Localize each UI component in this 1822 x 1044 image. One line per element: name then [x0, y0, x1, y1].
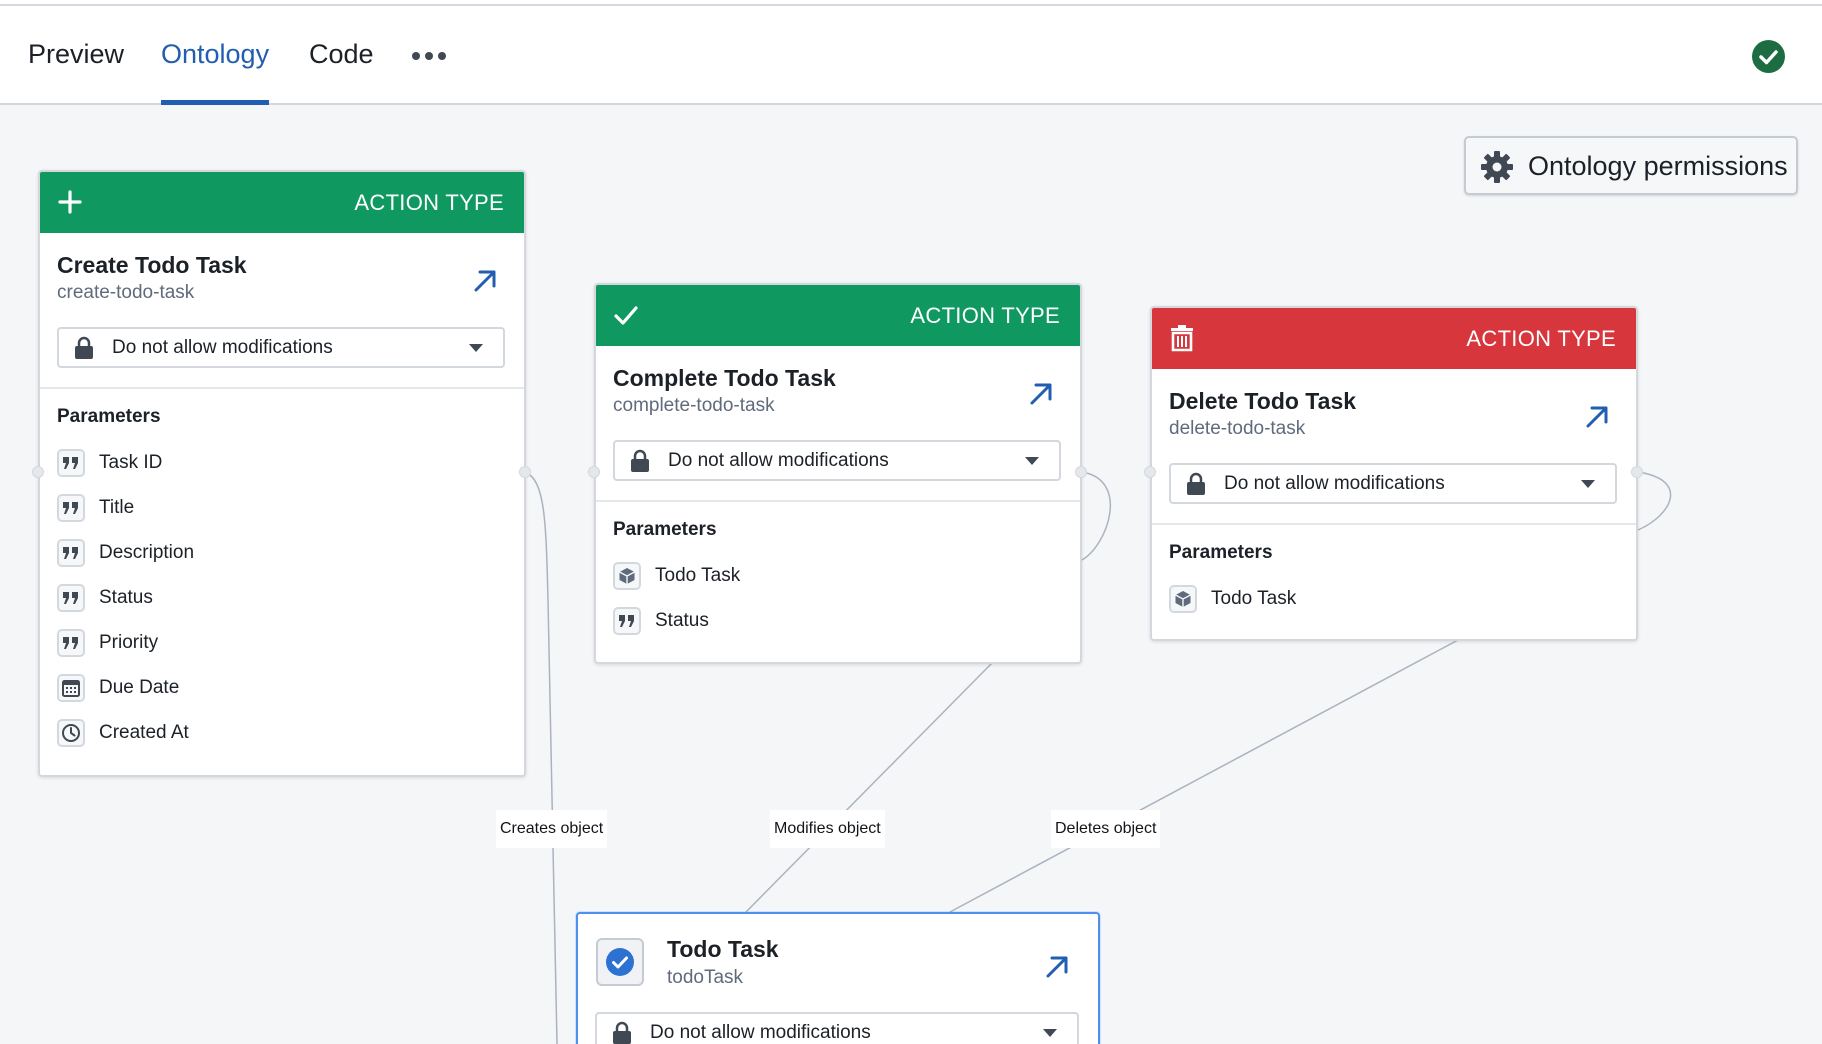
parameter-item: Status	[57, 583, 153, 613]
parameter-label: Created At	[99, 722, 189, 743]
parameter-item: Created At	[57, 718, 189, 748]
parameter-label: Due Date	[99, 677, 180, 698]
lock-icon	[631, 449, 649, 472]
quote-icon	[57, 629, 85, 657]
modification-select[interactable]: Do not allow modifications	[57, 327, 505, 368]
chevron-down-icon	[1581, 480, 1595, 488]
parameter-item: Todo Task	[613, 561, 740, 591]
check-icon	[614, 306, 638, 325]
parameter-label: Status	[655, 610, 709, 631]
parameters-heading: Parameters	[57, 406, 161, 427]
edge-creates-object	[524, 471, 558, 1044]
lock-icon	[75, 336, 93, 359]
quote-icon	[57, 539, 85, 567]
clock-icon	[57, 719, 85, 747]
action-type-label: ACTION TYPE	[910, 303, 1060, 328]
action-type-label: ACTION TYPE	[354, 190, 504, 215]
edge-label-deletes: Deletes object	[1051, 810, 1161, 848]
action-api-name: complete-todo-task	[613, 395, 775, 416]
check-circle-icon	[596, 938, 644, 986]
parameter-label: Title	[99, 497, 135, 518]
action-title: Complete Todo Task	[613, 365, 836, 391]
edge-deletes-object	[949, 639, 1459, 913]
parameters-heading: Parameters	[613, 519, 717, 540]
action-type-header: ACTION TYPE	[1152, 308, 1636, 369]
parameter-item: Priority	[57, 628, 158, 658]
action-type-label: ACTION TYPE	[1466, 326, 1616, 351]
action-type-header: ACTION TYPE	[596, 285, 1080, 346]
open-external-icon[interactable]	[468, 264, 502, 298]
modification-select[interactable]: Do not allow modifications	[613, 440, 1061, 481]
edge-modifies-object	[745, 662, 993, 913]
parameter-item: Status	[613, 606, 709, 636]
parameter-label: Task ID	[99, 452, 163, 473]
card-divider	[1152, 523, 1636, 525]
action-api-name: create-todo-task	[57, 282, 195, 303]
quote-icon	[57, 449, 85, 477]
object-title: Todo Task	[667, 936, 779, 962]
object-api-name: todoTask	[667, 967, 744, 988]
action-title: Create Todo Task	[57, 252, 247, 278]
modification-value: Do not allow modifications	[668, 450, 889, 471]
parameter-item: Title	[57, 493, 134, 523]
modification-value: Do not allow modifications	[1224, 473, 1445, 494]
chevron-down-icon	[1043, 1029, 1057, 1037]
object-type-card[interactable]: Todo Task todoTask Do not allow modifica…	[576, 912, 1100, 1044]
lock-icon	[613, 1021, 631, 1044]
action-type-card-delete[interactable]: ACTION TYPE Delete Todo Task delete-todo…	[1150, 306, 1638, 641]
edge-delete-loop	[1637, 471, 1672, 531]
parameter-label: Description	[99, 542, 195, 563]
open-external-icon[interactable]	[1024, 377, 1058, 411]
parameter-item: Task ID	[57, 448, 162, 478]
chevron-down-icon	[1025, 457, 1039, 465]
parameter-item: Due Date	[57, 673, 179, 703]
card-divider	[40, 387, 524, 389]
modification-value: Do not allow modifications	[112, 337, 333, 358]
cube-icon	[613, 562, 641, 590]
cube-icon	[1169, 585, 1197, 613]
modification-select[interactable]: Do not allow modifications	[1169, 463, 1617, 504]
connection-port[interactable]	[1631, 466, 1643, 478]
edge-complete-loop	[1081, 471, 1111, 561]
chevron-down-icon	[469, 344, 483, 352]
modification-value: Do not allow modifications	[650, 1022, 871, 1043]
connection-port[interactable]	[32, 466, 44, 478]
edge-label-creates: Creates object	[496, 810, 608, 848]
trash-icon	[1171, 325, 1193, 352]
calendar-icon	[57, 674, 85, 702]
parameter-label: Priority	[99, 632, 159, 653]
modification-select[interactable]: Do not allow modifications	[595, 1012, 1079, 1044]
open-external-icon[interactable]	[1580, 400, 1614, 434]
card-divider	[596, 500, 1080, 502]
action-type-card-complete[interactable]: ACTION TYPE Complete Todo Task complete-…	[594, 283, 1082, 664]
quote-icon	[57, 584, 85, 612]
action-api-name: delete-todo-task	[1169, 418, 1306, 439]
parameter-item: Todo Task	[1169, 584, 1296, 614]
action-title: Delete Todo Task	[1169, 388, 1357, 414]
parameters-heading: Parameters	[1169, 542, 1273, 563]
quote-icon	[57, 494, 85, 522]
parameter-label: Todo Task	[1211, 588, 1297, 609]
open-external-icon[interactable]	[1040, 950, 1074, 984]
lock-icon	[1187, 472, 1205, 495]
connection-port[interactable]	[519, 466, 531, 478]
connection-port[interactable]	[1075, 466, 1087, 478]
connection-port[interactable]	[588, 466, 600, 478]
plus-icon	[58, 190, 82, 214]
parameter-item: Description	[57, 538, 194, 568]
connection-port[interactable]	[1144, 466, 1156, 478]
action-type-card-create[interactable]: ACTION TYPE Create Todo Task create-todo…	[38, 170, 526, 777]
edge-label-modifies: Modifies object	[770, 810, 885, 848]
parameter-label: Status	[99, 587, 153, 608]
quote-icon	[613, 607, 641, 635]
action-type-header: ACTION TYPE	[40, 172, 524, 233]
parameter-label: Todo Task	[655, 565, 741, 586]
